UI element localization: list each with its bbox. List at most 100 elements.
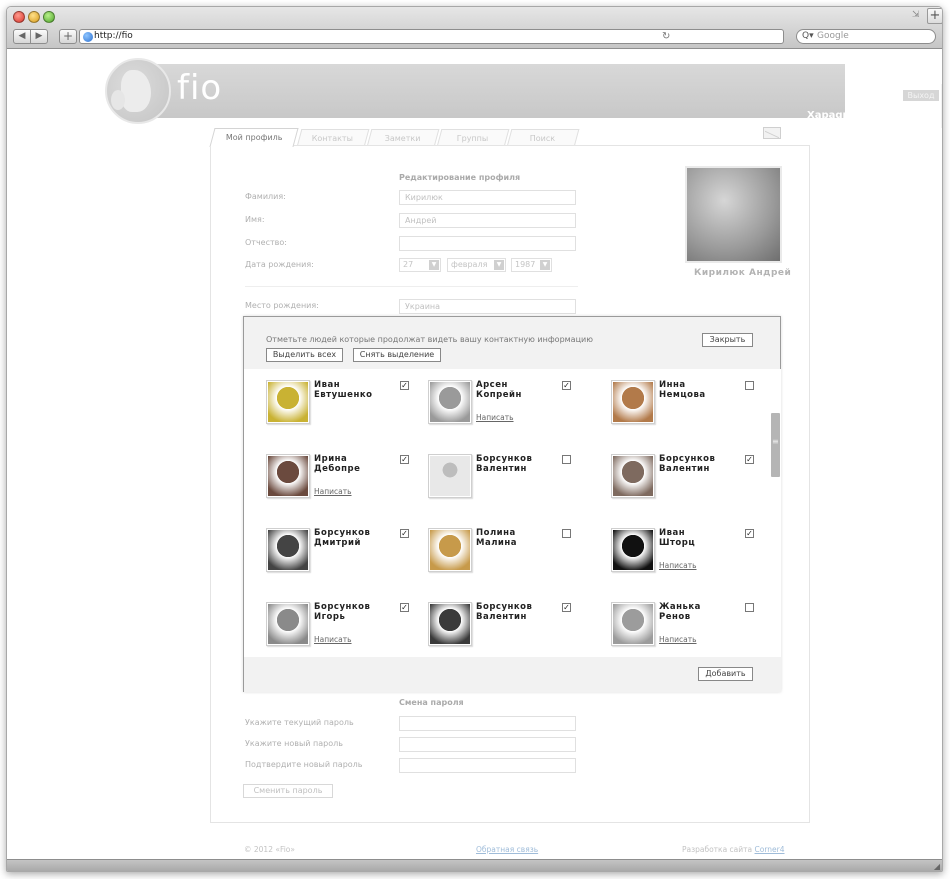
back-button[interactable]: ◀ xyxy=(13,29,31,44)
globe-icon xyxy=(83,32,93,42)
surname-field[interactable]: Кирилюк xyxy=(399,190,576,205)
person-card: Ирина Дебопре Написать ✓ xyxy=(266,454,426,526)
birthplace-field[interactable]: Украина xyxy=(399,299,576,314)
address-bar[interactable]: http://fio ↻ xyxy=(79,29,784,44)
person-card: Инна Немцова xyxy=(611,380,769,452)
search-input[interactable]: Q▾ Google xyxy=(796,29,936,44)
person-name: Инна Немцова xyxy=(659,380,706,400)
zoom-window-icon[interactable] xyxy=(43,11,55,23)
brand-logo[interactable]: fio xyxy=(177,68,222,108)
person-avatar[interactable] xyxy=(611,602,655,646)
feedback-link[interactable]: Обратная связь xyxy=(476,845,538,854)
new-password-field[interactable] xyxy=(399,737,576,752)
person-avatar[interactable] xyxy=(428,380,472,424)
patronymic-field[interactable] xyxy=(399,236,576,251)
contact-visibility-modal: Отметьте людей которые продолжат видеть … xyxy=(243,316,781,692)
tab-my-profile[interactable]: Мой профиль xyxy=(209,128,299,147)
surname-label: Фамилия: xyxy=(245,192,286,201)
add-bookmark-button[interactable]: + xyxy=(59,29,77,44)
person-checkbox[interactable]: ✓ xyxy=(745,529,754,538)
person-card: Иван Евтушенко ✓ xyxy=(266,380,426,452)
chevron-down-icon: ▼ xyxy=(540,260,550,270)
person-checkbox[interactable]: ✓ xyxy=(562,381,571,390)
person-avatar[interactable] xyxy=(611,454,655,498)
person-name: Борсунков Дмитрий xyxy=(314,528,371,548)
person-avatar[interactable] xyxy=(611,380,655,424)
divider xyxy=(245,286,578,287)
patronymic-label: Отчество: xyxy=(245,238,287,247)
write-message-link[interactable]: Написать xyxy=(314,487,352,496)
person-card: Борсунков Игорь Написать ✓ xyxy=(266,602,426,657)
current-password-field[interactable] xyxy=(399,716,576,731)
browser-toolbar: ⇲ + ◀ ▶ + http://fio ↻ Q▾ Google xyxy=(7,7,942,49)
person-name: Борсунков Игорь xyxy=(314,602,371,622)
add-button[interactable]: Добавить xyxy=(698,667,753,681)
password-section-title: Смена пароля xyxy=(399,698,464,707)
scrollbar[interactable] xyxy=(769,369,781,657)
close-modal-button[interactable]: Закрыть xyxy=(702,333,753,347)
new-tab-button[interactable]: + xyxy=(927,8,942,24)
person-checkbox[interactable]: ✓ xyxy=(400,455,409,464)
write-message-link[interactable]: Написать xyxy=(314,635,352,644)
person-checkbox[interactable] xyxy=(562,529,571,538)
profile-section-title: Редактирование профиля xyxy=(399,173,521,182)
minimize-window-icon[interactable] xyxy=(28,11,40,23)
search-placeholder: Google xyxy=(817,31,849,41)
person-avatar[interactable] xyxy=(266,602,310,646)
modal-note: Отметьте людей которые продолжат видеть … xyxy=(266,335,593,344)
developer-link[interactable]: Corner4 xyxy=(755,845,785,854)
people-grid: Иван Евтушенко ✓ Арсен Копрейн Написать ✓ Инна Н… xyxy=(244,369,769,657)
profile-name: Кирилюк Андрей xyxy=(694,268,792,278)
address-text: http://fio xyxy=(94,31,133,41)
person-checkbox[interactable]: ✓ xyxy=(562,603,571,612)
person-checkbox[interactable]: ✓ xyxy=(400,381,409,390)
close-window-icon[interactable] xyxy=(13,11,25,23)
logout-button[interactable]: Выход xyxy=(903,90,939,101)
confirm-password-field[interactable] xyxy=(399,758,576,773)
person-avatar[interactable] xyxy=(611,528,655,572)
person-name: Ирина Дебопре xyxy=(314,454,361,474)
person-avatar[interactable] xyxy=(266,380,310,424)
write-message-link[interactable]: Написать xyxy=(476,413,514,422)
person-checkbox[interactable] xyxy=(745,603,754,612)
write-message-link[interactable]: Написать xyxy=(659,635,697,644)
deselect-all-button[interactable]: Снять выделение xyxy=(353,348,441,362)
person-name: Арсен Копрейн xyxy=(476,380,522,400)
user-email-link[interactable]: Xapaqpim@corner.com.ua xyxy=(807,110,942,121)
search-icon: Q▾ xyxy=(802,31,814,41)
change-password-button[interactable]: Сменить пароль xyxy=(243,784,333,798)
reload-icon[interactable]: ↻ xyxy=(662,30,670,43)
person-checkbox[interactable] xyxy=(745,381,754,390)
select-all-button[interactable]: Выделить всех xyxy=(266,348,343,362)
birth-day-select[interactable]: 27 ▼ xyxy=(399,258,441,272)
person-name: Борсунков Валентин xyxy=(476,454,533,474)
scrollbar-thumb[interactable] xyxy=(771,413,780,477)
person-checkbox[interactable]: ✓ xyxy=(400,603,409,612)
person-checkbox[interactable] xyxy=(562,455,571,464)
toolbar-toggle-icon[interactable]: ⇲ xyxy=(912,10,920,20)
forward-button[interactable]: ▶ xyxy=(30,29,48,44)
header-avatar[interactable] xyxy=(941,84,942,128)
person-card: Иван Шторц Написать ✓ xyxy=(611,528,769,600)
person-name: Жанька Ренов xyxy=(659,602,701,622)
person-avatar[interactable] xyxy=(428,528,472,572)
person-avatar[interactable] xyxy=(266,454,310,498)
person-checkbox[interactable]: ✓ xyxy=(745,455,754,464)
write-message-link[interactable]: Написать xyxy=(659,561,697,570)
person-name: Борсунков Валентин xyxy=(476,602,533,622)
birth-month-select[interactable]: февраля ▼ xyxy=(447,258,506,272)
profile-photo[interactable] xyxy=(685,166,782,263)
person-avatar[interactable] xyxy=(428,602,472,646)
new-password-label: Укажите новый пароль xyxy=(245,739,343,748)
site-header: Выход Xapaqpim@corner.com.ua xyxy=(157,64,942,128)
mail-icon[interactable] xyxy=(763,127,781,139)
resize-grip-icon[interactable]: ◢ xyxy=(934,862,940,871)
birth-year-select[interactable]: 1987 ▼ xyxy=(511,258,552,272)
name-field[interactable]: Андрей xyxy=(399,213,576,228)
person-card: Жанька Ренов Написать xyxy=(611,602,769,657)
developer-text: Разработка сайта xyxy=(682,845,753,854)
person-checkbox[interactable]: ✓ xyxy=(400,529,409,538)
person-card: Борсунков Валентин ✓ xyxy=(428,602,588,657)
person-avatar[interactable] xyxy=(266,528,310,572)
person-avatar[interactable] xyxy=(428,454,472,498)
